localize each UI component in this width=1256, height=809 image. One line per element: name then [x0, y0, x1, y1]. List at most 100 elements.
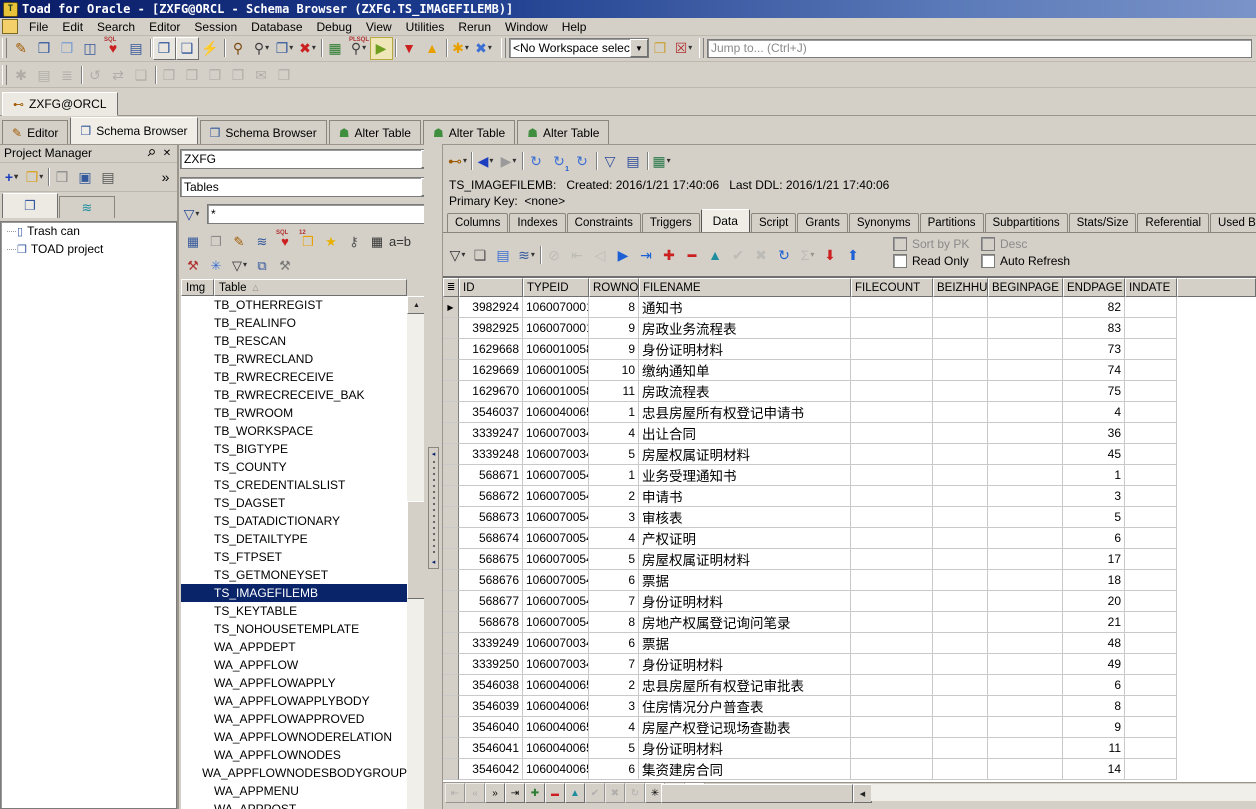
- privileges-icon[interactable]: ⚷: [343, 230, 366, 253]
- mail-icon[interactable]: ✉: [250, 63, 273, 86]
- cell-filecount[interactable]: [851, 318, 933, 339]
- cell-beginpage[interactable]: [988, 759, 1063, 780]
- menu-item[interactable]: Help: [555, 19, 594, 35]
- row-marker[interactable]: [443, 465, 459, 486]
- cell-filename[interactable]: 房政流程表: [639, 381, 851, 402]
- detail-tab[interactable]: Referential: [1137, 213, 1209, 232]
- cell-filecount[interactable]: [851, 612, 933, 633]
- row-marker[interactable]: [443, 360, 459, 381]
- cell-typeid[interactable]: 1060040065: [523, 759, 589, 780]
- column-header-filename[interactable]: FILENAME: [639, 278, 851, 297]
- cell-endpage[interactable]: 5: [1063, 507, 1125, 528]
- cell-filename[interactable]: 产权证明: [639, 528, 851, 549]
- cell-beginpage[interactable]: [988, 360, 1063, 381]
- cell-beizhhu[interactable]: [933, 633, 988, 654]
- cell-filename[interactable]: 忠县房屋所有权登记申请书: [639, 402, 851, 423]
- cell-typeid[interactable]: 1060070054: [523, 528, 589, 549]
- single-record-view-icon[interactable]: ▤: [492, 243, 515, 266]
- table-list-item[interactable]: TB_RWROOM: [181, 404, 407, 422]
- tree-item[interactable]: ▯ Trash can: [1, 222, 176, 240]
- cell-filecount[interactable]: [851, 297, 933, 318]
- cell-filecount[interactable]: [851, 675, 933, 696]
- copy-doc-icon[interactable]: ❐: [227, 63, 250, 86]
- cell-indate[interactable]: [1125, 696, 1177, 717]
- cell-filename[interactable]: 出让合同: [639, 423, 851, 444]
- cell-id[interactable]: 568675: [459, 549, 523, 570]
- cell-beginpage[interactable]: [988, 318, 1063, 339]
- cell-rowno[interactable]: 7: [589, 591, 639, 612]
- cell-beizhhu[interactable]: [933, 360, 988, 381]
- table-row[interactable]: 3546041 1060040065 5 身份证明材料 11: [443, 738, 1256, 759]
- column-header-rowno[interactable]: ROWNO: [589, 278, 639, 297]
- cell-filecount[interactable]: [851, 528, 933, 549]
- open-project-icon[interactable]: ❒ ▾: [23, 166, 46, 189]
- tab-schema-browser-2[interactable]: ❒ Schema Browser: [200, 120, 327, 144]
- row-marker[interactable]: [443, 318, 459, 339]
- cell-indate[interactable]: [1125, 738, 1177, 759]
- new-doc-icon[interactable]: ❒: [158, 63, 181, 86]
- favorites-icon[interactable]: ★: [320, 230, 343, 253]
- detail-tab[interactable]: Indexes: [509, 213, 565, 232]
- nav-post-button[interactable]: ✔: [585, 783, 605, 803]
- table-row[interactable]: ▶ 3982924 1060070001 8 通知书 82: [443, 297, 1256, 318]
- table-list-item[interactable]: WA_APPFLOW: [181, 656, 407, 674]
- table-list-item[interactable]: TB_REALINFO: [181, 314, 407, 332]
- cell-beizhhu[interactable]: [933, 654, 988, 675]
- first-record-icon[interactable]: ⇤: [566, 243, 589, 266]
- refresh-data-icon[interactable]: ↻: [773, 243, 796, 266]
- cell-id[interactable]: 568672: [459, 486, 523, 507]
- cell-typeid[interactable]: 1060040065: [523, 402, 589, 423]
- cell-id[interactable]: 3982924: [459, 297, 523, 318]
- cell-filecount[interactable]: [851, 402, 933, 423]
- cell-filecount[interactable]: [851, 444, 933, 465]
- cell-id[interactable]: 3339250: [459, 654, 523, 675]
- menu-item[interactable]: Window: [498, 19, 555, 35]
- nav-cancel-button[interactable]: ✖: [605, 783, 625, 803]
- table-row[interactable]: 1629669 1060010058 10 缴纳通知单 74: [443, 360, 1256, 381]
- row-marker[interactable]: [443, 402, 459, 423]
- cell-rowno[interactable]: 7: [589, 654, 639, 675]
- cell-endpage[interactable]: 20: [1063, 591, 1125, 612]
- cell-indate[interactable]: [1125, 381, 1177, 402]
- cell-typeid[interactable]: 1060070054: [523, 612, 589, 633]
- cell-typeid[interactable]: 1060040065: [523, 675, 589, 696]
- table-row[interactable]: 568674 1060070054 4 产权证明 6: [443, 528, 1256, 549]
- cell-indate[interactable]: [1125, 507, 1177, 528]
- cell-beizhhu[interactable]: [933, 612, 988, 633]
- cell-beizhhu[interactable]: [933, 486, 988, 507]
- cell-beginpage[interactable]: [988, 633, 1063, 654]
- row-marker[interactable]: [443, 612, 459, 633]
- cell-typeid[interactable]: 1060070054: [523, 549, 589, 570]
- tree-item[interactable]: ❐ TOAD project: [1, 240, 176, 258]
- cell-indate[interactable]: [1125, 339, 1177, 360]
- cell-rowno[interactable]: 3: [589, 696, 639, 717]
- name-filter-input[interactable]: [207, 204, 438, 224]
- cell-beizhhu[interactable]: [933, 759, 988, 780]
- save-project-icon[interactable]: ▣: [74, 166, 97, 189]
- cell-filecount[interactable]: [851, 654, 933, 675]
- table-row[interactable]: 568677 1060070054 7 身份证明材料 20: [443, 591, 1256, 612]
- cell-id[interactable]: 3982925: [459, 318, 523, 339]
- table-row[interactable]: 1629668 1060010058 9 身份证明材料 73: [443, 339, 1256, 360]
- detail-tab[interactable]: Subpartitions: [985, 213, 1068, 232]
- prior-record-icon[interactable]: ◁: [589, 243, 612, 266]
- cell-indate[interactable]: [1125, 549, 1177, 570]
- cell-endpage[interactable]: 48: [1063, 633, 1125, 654]
- cell-filecount[interactable]: [851, 381, 933, 402]
- open-file-icon[interactable]: ✎: [10, 37, 33, 60]
- table-list-item[interactable]: WA_APPFLOWNODERELATION: [181, 728, 407, 746]
- table-list-item[interactable]: TS_DETAILTYPE: [181, 530, 407, 548]
- cancel-edit-icon[interactable]: ✖: [750, 243, 773, 266]
- hscrollbar-thumb[interactable]: [661, 784, 853, 803]
- nav-prior-page-button[interactable]: «: [465, 783, 485, 803]
- detail-tab[interactable]: Synonyms: [849, 213, 919, 232]
- cell-beginpage[interactable]: [988, 612, 1063, 633]
- cell-filename[interactable]: 票据: [639, 633, 851, 654]
- chevron-down-icon[interactable]: ▼: [630, 39, 648, 57]
- connection-tab[interactable]: ⊷ ZXFG@ORCL: [2, 92, 118, 116]
- row-marker[interactable]: [443, 444, 459, 465]
- export-data-icon[interactable]: ⬆: [842, 243, 865, 266]
- cell-rowno[interactable]: 5: [589, 549, 639, 570]
- cell-id[interactable]: 3339248: [459, 444, 523, 465]
- menu-item[interactable]: Editor: [142, 19, 187, 35]
